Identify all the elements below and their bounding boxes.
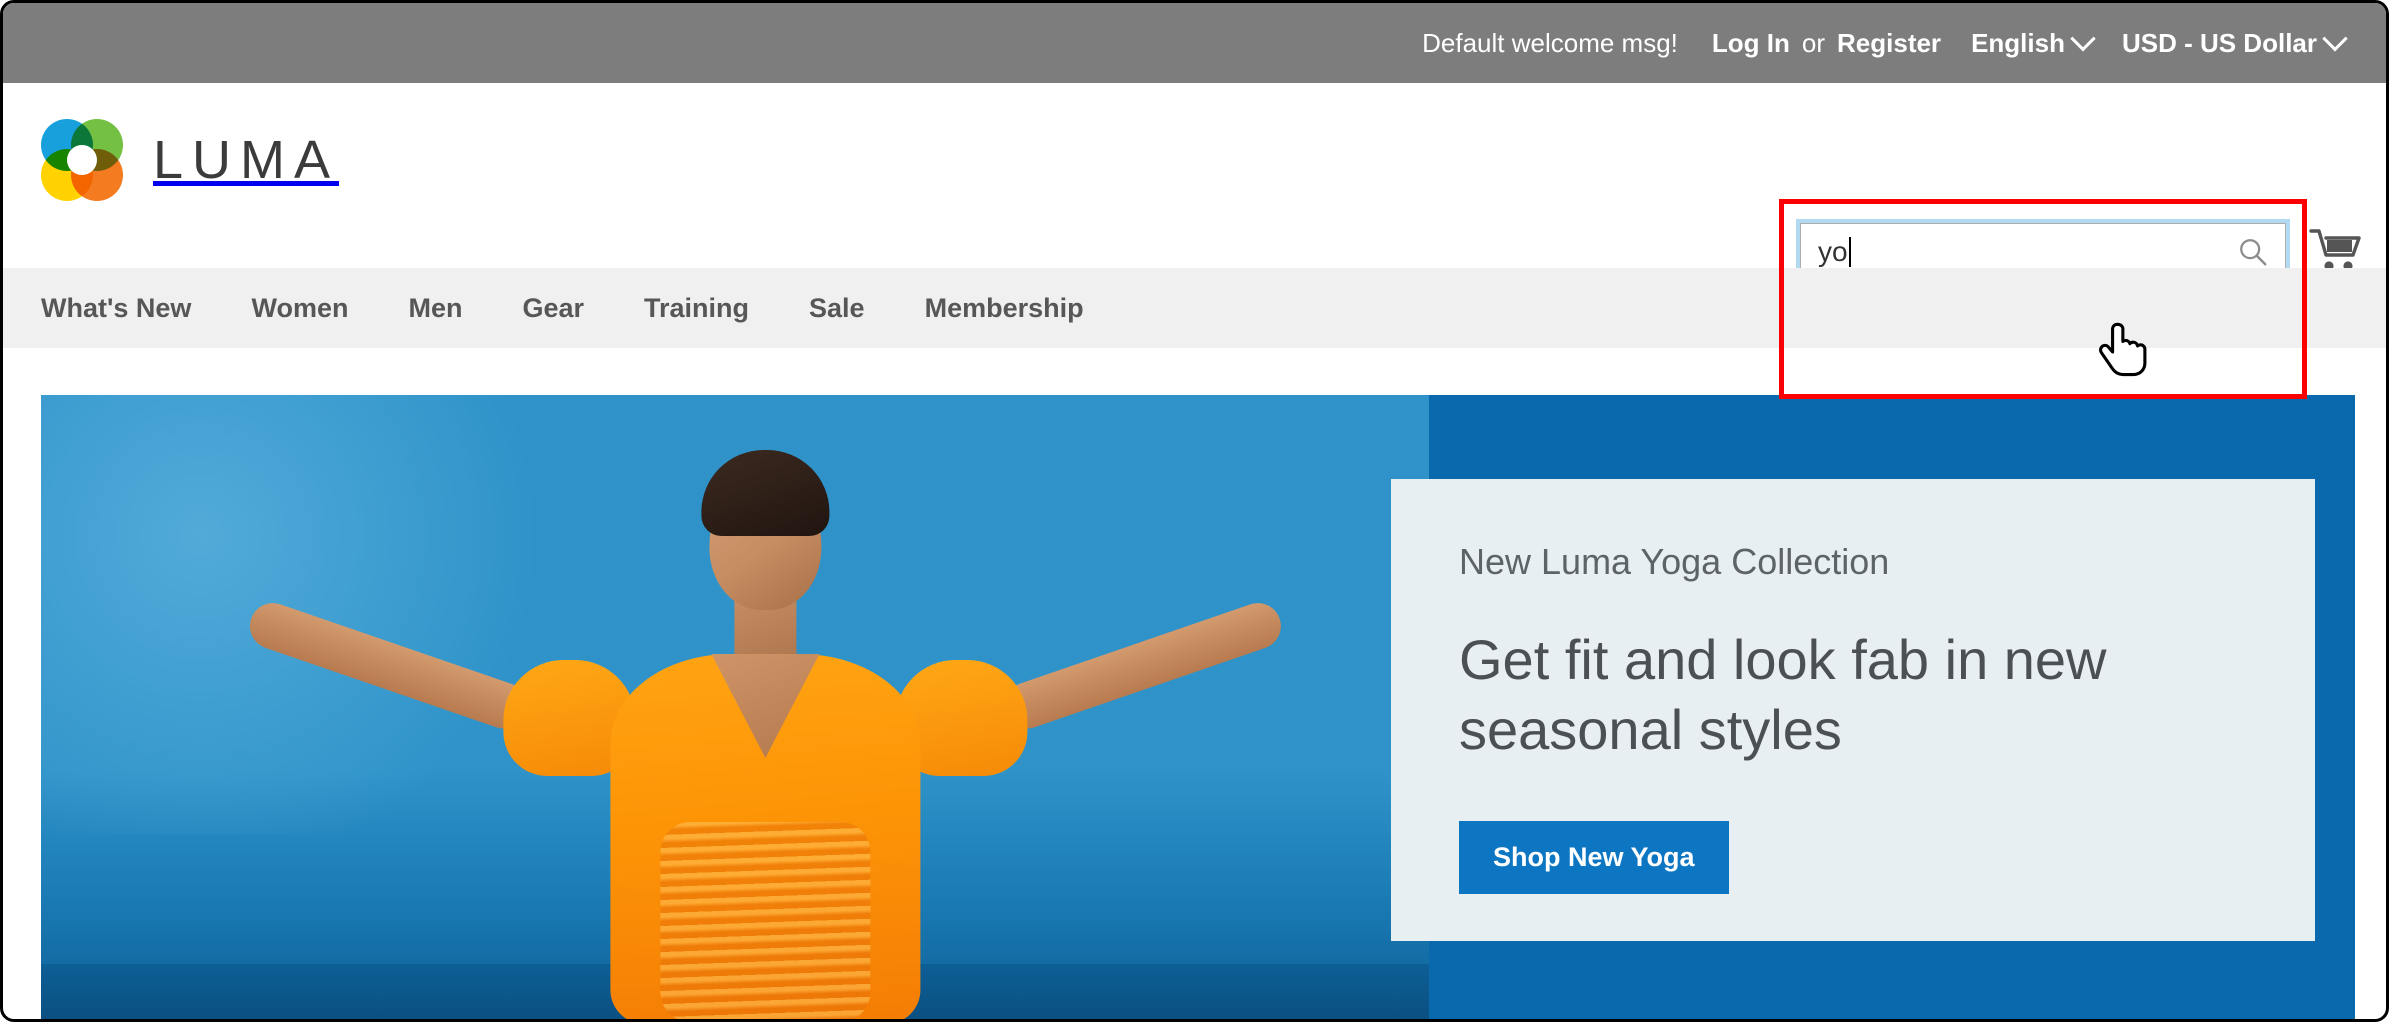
nav-item-sale[interactable]: Sale	[809, 293, 865, 324]
log-in-link[interactable]: Log In	[1712, 28, 1790, 59]
hero-eyebrow: New Luma Yoga Collection	[1459, 541, 1890, 582]
nav-item-membership[interactable]: Membership	[925, 293, 1084, 324]
hero-text-panel: New Luma Yoga Collection Get fit and loo…	[1391, 479, 2315, 941]
figure-hair	[701, 450, 830, 536]
logo-home-link[interactable]: LUMA	[41, 119, 339, 201]
nav-item-women[interactable]: Women	[251, 293, 348, 324]
search-input[interactable]: yo	[1818, 236, 1851, 268]
photo-figure	[243, 422, 1288, 1019]
language-switcher-label: English	[1971, 27, 2065, 58]
chevron-down-icon	[2322, 26, 2348, 52]
figure-arm-right	[997, 596, 1288, 735]
search-input-text: yo	[1818, 236, 1848, 267]
main-navigation: What's New Women Men Gear Training Sale …	[3, 268, 2386, 348]
utility-topbar: Default welcome msg! Log In or Register …	[3, 3, 2386, 83]
hero-photo-yoga-woman	[41, 395, 1429, 1019]
chevron-down-icon	[2070, 26, 2096, 52]
figure-top-ruching	[660, 822, 871, 1019]
currency-switcher-label: USD - US Dollar	[2121, 27, 2317, 58]
hero-title: Get fit and look fab in new seasonal sty…	[1459, 628, 2107, 761]
shop-new-yoga-button[interactable]: Shop New Yoga	[1459, 821, 1729, 894]
site-header: LUMA yo yoga pants 48	[3, 83, 2386, 399]
welcome-message: Default welcome msg!	[1422, 27, 1678, 58]
nav-item-whats-new[interactable]: What's New	[41, 293, 191, 324]
language-switcher[interactable]: English	[1971, 26, 2096, 59]
logo-center-hole	[67, 145, 97, 175]
logo-wordmark: LUMA	[153, 130, 340, 190]
browser-viewport: Default welcome msg! Log In or Register …	[0, 0, 2389, 1022]
text-caret	[1848, 237, 1851, 267]
nav-item-training[interactable]: Training	[644, 293, 749, 324]
topbar-links: Default welcome msg! Log In or Register …	[1422, 26, 2348, 59]
homepage-hero-banner[interactable]: New Luma Yoga Collection Get fit and loo…	[41, 395, 2355, 1019]
or-separator: or	[1801, 27, 1826, 58]
register-link[interactable]: Register	[1837, 28, 1941, 59]
nav-item-gear[interactable]: Gear	[522, 293, 584, 324]
currency-switcher[interactable]: USD - US Dollar	[2121, 26, 2348, 59]
luma-flower-icon	[41, 119, 123, 201]
nav-item-men[interactable]: Men	[408, 293, 462, 324]
magnifier-icon	[2240, 239, 2267, 266]
